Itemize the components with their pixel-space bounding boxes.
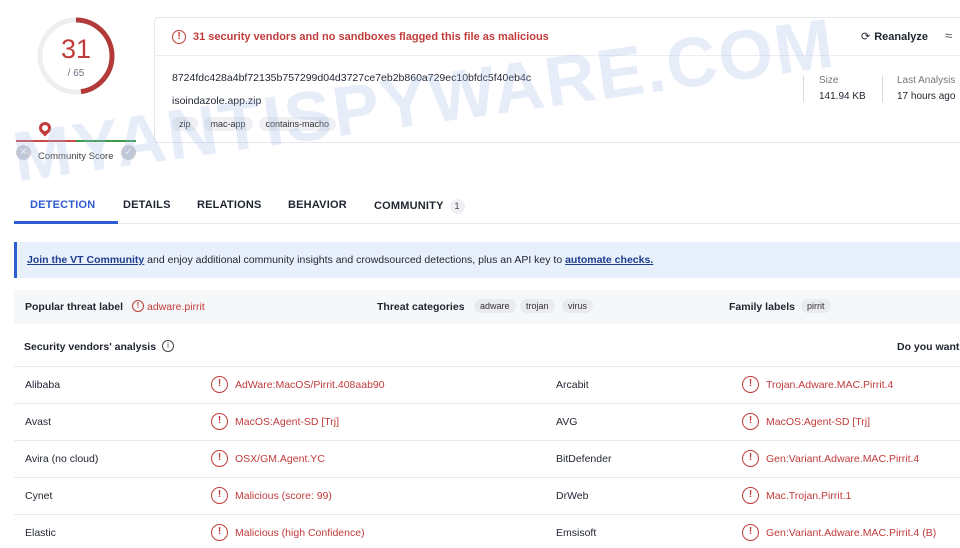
tab-details[interactable]: DETAILS — [123, 199, 171, 211]
popular-threat-value[interactable]: adware.pirrit — [147, 301, 205, 313]
file-tag[interactable]: contains-macho — [258, 117, 337, 131]
vendor-result: Malicious (high Confidence) — [235, 527, 365, 539]
thumbs-up-icon[interactable]: ✓ — [121, 145, 136, 160]
vendor-name: AVG — [556, 416, 578, 428]
divider — [882, 76, 883, 102]
vendor-name: BitDefender — [556, 453, 612, 465]
vendor-name: Arcabit — [556, 379, 589, 391]
threat-category[interactable]: trojan — [520, 299, 555, 313]
vendor-name: Cynet — [25, 490, 53, 502]
community-banner: Join the VT Community and enjoy addition… — [14, 242, 960, 278]
automate-checks-link[interactable]: automate checks. — [565, 254, 653, 266]
threat-category[interactable]: virus — [562, 299, 594, 313]
detection-score: 31 / 65 — [34, 14, 118, 98]
tab-behavior[interactable]: BEHAVIOR — [288, 199, 347, 211]
tab-bar: DETECTION DETAILS RELATIONS BEHAVIOR COM… — [14, 190, 960, 224]
vendor-result: Gen:Variant.Adware.MAC.Pirrit.4 (B) — [766, 527, 937, 539]
vendor-name: Elastic — [25, 527, 56, 539]
score-total: / 65 — [67, 68, 85, 79]
alert-text: 31 security vendors and no sandboxes fla… — [193, 31, 549, 43]
table-row: Avira (no cloud)! OSX/GM.Agent.YC BitDefen… — [14, 440, 960, 477]
community-score: ✕ Community Score ✓ — [14, 119, 138, 164]
vendor-name: DrWeb — [556, 490, 589, 502]
table-row: Alibaba! AdWare:MacOS/Pirrit.408aab90 Arca… — [14, 366, 960, 403]
active-tab-indicator — [14, 221, 118, 224]
alert-circle-icon: ! — [742, 413, 759, 430]
tab-relations[interactable]: RELATIONS — [197, 199, 262, 211]
reanalyze-button[interactable]: ⟳ Reanalyze — [861, 30, 928, 43]
vendor-result: Trojan.Adware.MAC.Pirrit.4 — [766, 379, 894, 391]
file-name: isoindazole.app.zip — [172, 95, 262, 107]
file-tag[interactable]: zip — [172, 117, 198, 131]
divider — [803, 76, 804, 102]
threat-labels: Popular threat label ! adware.pirrit Thr… — [14, 290, 960, 324]
last-analysis-value: 17 hours ago — [897, 91, 956, 102]
tab-community-label: COMMUNITY — [374, 200, 444, 212]
alert-circle-icon: ! — [211, 524, 228, 541]
file-hash: 8724fdc428a4bf72135b757299d04d3727ce7eb2… — [172, 72, 532, 84]
threat-category[interactable]: adware — [474, 299, 516, 313]
file-size: Size 141.94 KB — [819, 75, 866, 102]
table-row: Cynet! Malicious (score: 99) DrWeb! Mac.Tro… — [14, 477, 960, 514]
last-analysis-label: Last Analysis — [897, 75, 956, 86]
last-analysis: Last Analysis 17 hours ago — [897, 75, 955, 102]
file-size-value: 141.94 KB — [819, 91, 866, 102]
file-tag[interactable]: mac-app — [203, 117, 253, 131]
banner-text: and enjoy additional community insights … — [144, 254, 566, 266]
alert-circle-icon: ! — [211, 413, 228, 430]
table-row: Elastic! Malicious (high Confidence) Emsis… — [14, 514, 960, 548]
alert-circle-icon: ! — [742, 450, 759, 467]
reanalyze-label: Reanalyze — [874, 31, 929, 43]
file-tags: zip mac-app contains-macho — [172, 117, 337, 131]
vendor-name: Avast — [25, 416, 52, 428]
alert-circle-icon: ! — [211, 487, 228, 504]
vendor-result: OSX/GM.Agent.YC — [235, 453, 325, 465]
vendor-result: Mac.Trojan.Pirrit.1 — [766, 490, 852, 502]
file-size-label: Size — [819, 75, 839, 86]
join-community-link[interactable]: Join the VT Community — [27, 254, 144, 266]
community-score-bar — [16, 140, 136, 142]
vendor-name: Emsisoft — [556, 527, 597, 539]
alert-circle-icon: ! — [211, 450, 228, 467]
community-count-badge: 1 — [449, 199, 465, 214]
vendor-result: Malicious (score: 99) — [235, 490, 332, 502]
map-pin-icon — [36, 119, 54, 137]
vendor-result: Gen:Variant.Adware.MAC.Pirrit.4 — [766, 453, 920, 465]
community-score-label: Community Score — [38, 151, 114, 162]
popular-threat-label: Popular threat label — [25, 301, 124, 313]
family-labels-label: Family labels — [729, 301, 795, 313]
table-row: Avast! MacOS:Agent-SD [Trj] AVG! MacOS:Agen… — [14, 403, 960, 440]
info-icon[interactable]: i — [162, 340, 174, 352]
tab-community[interactable]: COMMUNITY 1 — [374, 199, 465, 214]
vendors-header: Security vendors' analysis i Do you want — [14, 334, 960, 360]
alert-circle-icon: ! — [742, 487, 759, 504]
alert-circle-icon: ! — [742, 524, 759, 541]
malicious-alert: ! 31 security vendors and no sandboxes f… — [155, 18, 960, 56]
family-label[interactable]: pirrit — [801, 299, 831, 313]
approx-icon[interactable]: ≈ — [945, 28, 952, 43]
tab-detection[interactable]: DETECTION — [30, 199, 95, 211]
alert-circle-icon: ! — [742, 376, 759, 393]
alert-circle-icon: ! — [172, 30, 186, 44]
alert-circle-icon: ! — [211, 376, 228, 393]
score-detections: 31 — [60, 34, 92, 64]
refresh-icon: ⟳ — [861, 31, 871, 43]
vendors-title: Security vendors' analysis — [24, 341, 157, 353]
vendors-header-cta[interactable]: Do you want — [897, 341, 959, 353]
threat-categories-label: Threat categories — [377, 301, 465, 313]
file-summary-card: ! 31 security vendors and no sandboxes f… — [154, 17, 960, 143]
vendor-result: MacOS:Agent-SD [Trj] — [235, 416, 340, 428]
vendor-name: Alibaba — [25, 379, 61, 391]
vendor-result: MacOS:Agent-SD [Trj] — [766, 416, 871, 428]
vendor-result: AdWare:MacOS/Pirrit.408aab90 — [235, 379, 385, 391]
vendor-name: Avira (no cloud) — [25, 453, 99, 465]
thumbs-down-icon[interactable]: ✕ — [16, 145, 31, 160]
alert-circle-icon: ! — [132, 300, 144, 312]
